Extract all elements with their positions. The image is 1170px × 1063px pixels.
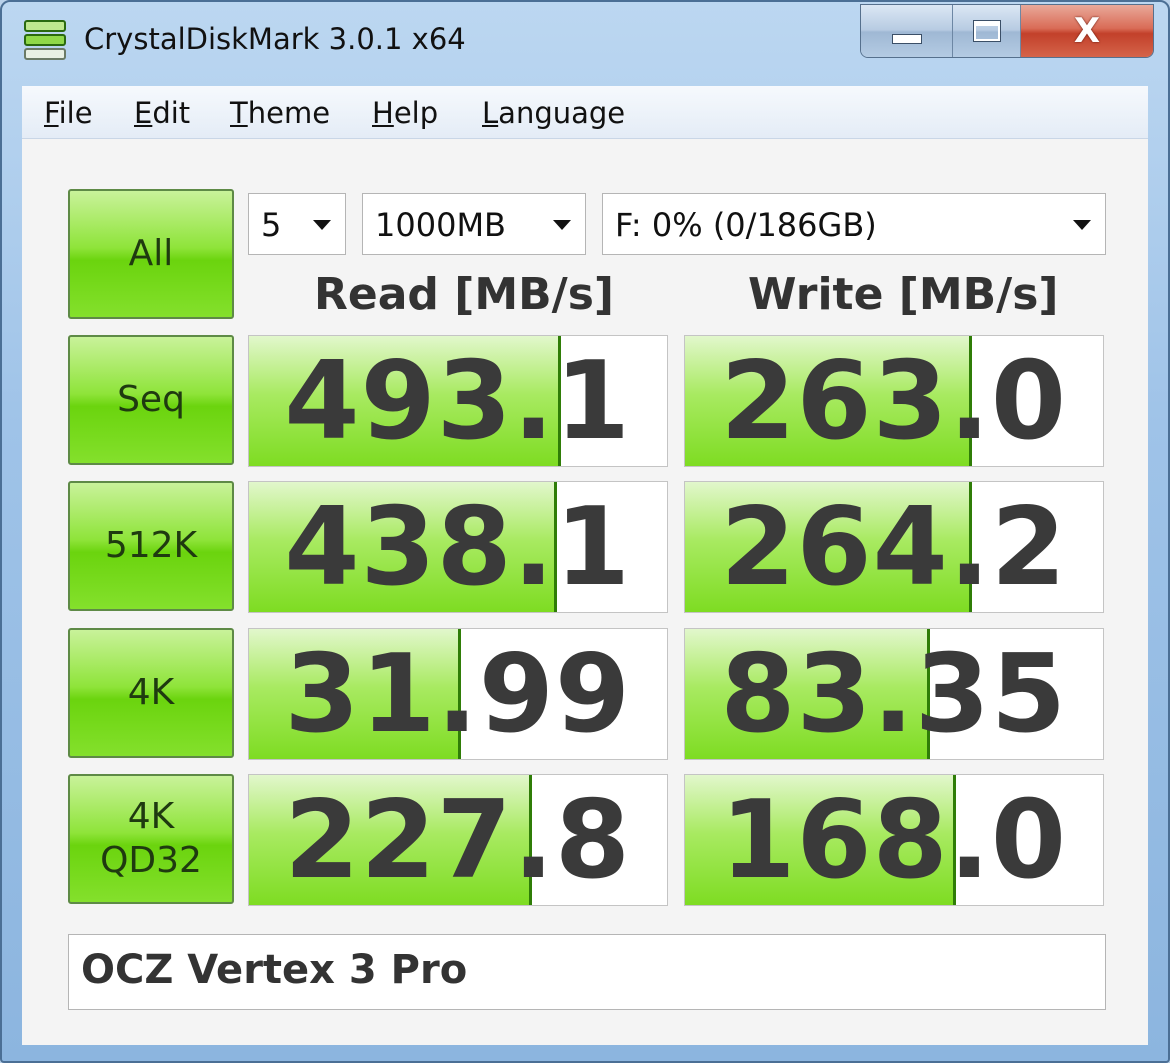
test-size-value: 1000MB <box>375 206 506 244</box>
comment-text: OCZ Vertex 3 Pro <box>81 947 468 993</box>
read-column-header: Read [MB/s] <box>314 269 615 320</box>
4k-write-result: 83.35 <box>684 628 1104 760</box>
minimize-icon <box>891 34 922 44</box>
minimize-button[interactable] <box>861 5 953 57</box>
menu-help[interactable]: Help <box>372 96 438 130</box>
maximize-icon <box>972 20 1001 42</box>
menu-file-mnemonic: F <box>44 96 59 130</box>
test-count-value: 5 <box>261 206 282 244</box>
512k-read-result: 438.1 <box>248 481 668 613</box>
seq-write-value: 263.0 <box>720 339 1067 464</box>
4k-write-value: 83.35 <box>720 632 1067 757</box>
4k-qd32-write-result: 168.0 <box>684 774 1104 906</box>
seq-write-result: 263.0 <box>684 335 1104 467</box>
menu-edit[interactable]: Edit <box>134 96 190 130</box>
title-bar[interactable]: CrystalDiskMark 3.0.1 x64 X <box>2 2 1168 82</box>
test-size-select[interactable]: 1000MB <box>362 193 586 255</box>
512k-write-result: 264.2 <box>684 481 1104 613</box>
menu-language-mnemonic: L <box>482 96 499 130</box>
disk-stack-icon <box>20 18 70 66</box>
menu-edit-mnemonic: E <box>134 96 153 130</box>
app-window: CrystalDiskMark 3.0.1 x64 X File Edit Th… <box>0 0 1170 1063</box>
close-button[interactable]: X <box>1021 5 1153 57</box>
main-panel: All 5 1000MB F: 0% (0/186GB) Read [MB/s]… <box>22 139 1148 1045</box>
dropdown-arrow-icon <box>313 220 331 230</box>
write-column-header: Write [MB/s] <box>748 269 1059 320</box>
4k-qd32-label-line1: 4K <box>127 796 175 837</box>
4k-button[interactable]: 4K <box>68 628 234 758</box>
4k-read-result: 31.99 <box>248 628 668 760</box>
4k-qd32-write-value: 168.0 <box>720 778 1067 903</box>
menu-help-mnemonic: H <box>372 96 394 130</box>
caption-buttons: X <box>860 4 1154 58</box>
512k-button[interactable]: 512K <box>68 481 234 611</box>
drive-value: F: 0% (0/186GB) <box>615 206 877 244</box>
4k-qd32-read-value: 227.8 <box>284 778 631 903</box>
512k-write-value: 264.2 <box>720 485 1067 610</box>
maximize-button[interactable] <box>953 5 1021 57</box>
4k-qd32-read-result: 227.8 <box>248 774 668 906</box>
menu-help-label: elp <box>393 96 439 130</box>
4k-read-value: 31.99 <box>284 632 631 757</box>
menu-theme-label: heme <box>247 96 331 130</box>
comment-field[interactable]: OCZ Vertex 3 Pro <box>68 934 1106 1010</box>
menu-file[interactable]: File <box>44 96 93 130</box>
dropdown-arrow-icon <box>553 220 571 230</box>
menu-theme[interactable]: Theme <box>230 96 330 130</box>
4k-qd32-label-line2: QD32 <box>100 840 202 881</box>
menu-language[interactable]: Language <box>482 96 625 130</box>
seq-read-value: 493.1 <box>284 339 631 464</box>
menu-file-label: ile <box>58 96 93 130</box>
4k-qd32-button[interactable]: 4K QD32 <box>68 774 234 904</box>
seq-button[interactable]: Seq <box>68 335 234 465</box>
seq-read-result: 493.1 <box>248 335 668 467</box>
menu-edit-label: dit <box>152 96 191 130</box>
all-button[interactable]: All <box>68 189 234 319</box>
menu-language-label: anguage <box>498 96 626 130</box>
close-icon: X <box>1073 11 1101 51</box>
drive-select[interactable]: F: 0% (0/186GB) <box>602 193 1106 255</box>
window-title: CrystalDiskMark 3.0.1 x64 <box>84 22 466 56</box>
dropdown-arrow-icon <box>1073 220 1091 230</box>
menu-bar: File Edit Theme Help Language <box>22 86 1148 139</box>
menu-theme-mnemonic: T <box>230 96 248 130</box>
512k-read-value: 438.1 <box>284 485 631 610</box>
test-count-select[interactable]: 5 <box>248 193 346 255</box>
